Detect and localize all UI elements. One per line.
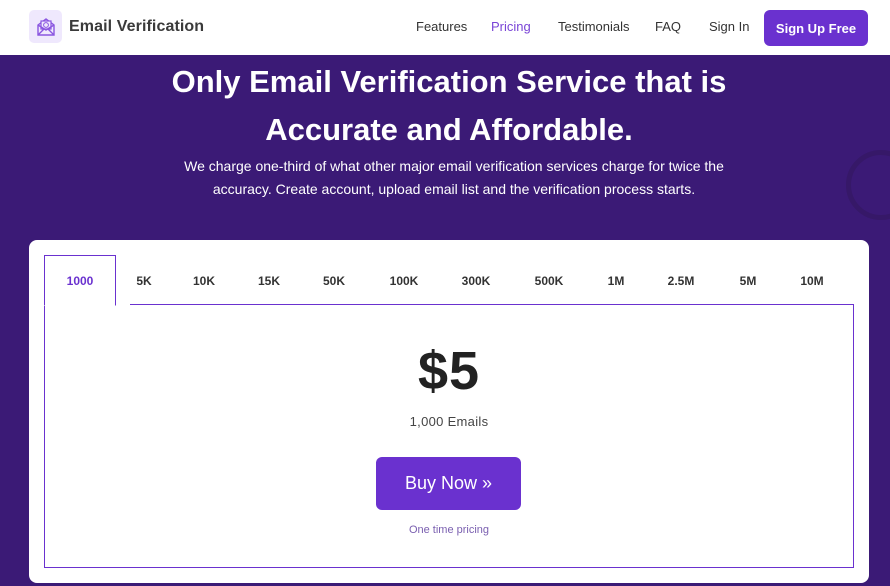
tab-10k[interactable]: 10K (184, 255, 224, 306)
buy-now-button[interactable]: Buy Now » (376, 457, 521, 510)
pricing-note: One time pricing (408, 524, 490, 536)
tab-1m[interactable]: 1M (596, 255, 636, 306)
hero-subtitle-line-1: We charge one-third of what other major … (184, 158, 724, 174)
price: $5 (417, 341, 481, 401)
tab-500k[interactable]: 500K (526, 255, 572, 306)
navbar: Email Verification Features Pricing Test… (0, 0, 890, 57)
pricing-card: 1000 5K 10K 15K 50K 100K 300K 500K 1M 2.… (29, 240, 869, 583)
pricing-panel: $5 1,000 Emails Buy Now » One time prici… (44, 304, 854, 568)
hero-title-line-1: Only Email Verification Service that is (171, 64, 727, 99)
nav-link-features[interactable]: Features (416, 19, 467, 34)
nav-links: Features Pricing Testimonials FAQ Sign I… (0, 0, 890, 55)
tab-5m[interactable]: 5M (728, 255, 768, 306)
nav-link-pricing[interactable]: Pricing (491, 19, 531, 34)
nav-link-testimonials[interactable]: Testimonials (558, 19, 630, 34)
tab-2-5m[interactable]: 2.5M (658, 255, 704, 306)
hero-title: Only Email Verification Service that is … (0, 58, 890, 154)
tab-1000[interactable]: 1000 (44, 255, 116, 306)
sign-up-free-button[interactable]: Sign Up Free (764, 10, 868, 46)
tab-15k[interactable]: 15K (249, 255, 289, 306)
decorative-circle (846, 150, 890, 220)
tab-10m[interactable]: 10M (792, 255, 832, 306)
tab-300k[interactable]: 300K (453, 255, 499, 306)
volume-tabs: 1000 5K 10K 15K 50K 100K 300K 500K 1M 2.… (44, 255, 854, 306)
nav-link-faq[interactable]: FAQ (655, 19, 681, 34)
hero-title-line-2: Accurate and Affordable. (265, 112, 633, 147)
email-count: 1,000 Emails (409, 414, 489, 429)
tab-5k[interactable]: 5K (124, 255, 164, 306)
hero-subtitle-line-2: accuracy. Create account, upload email l… (212, 181, 696, 197)
tab-50k[interactable]: 50K (314, 255, 354, 306)
nav-link-sign-in[interactable]: Sign In (709, 19, 749, 34)
hero-subtitle: We charge one-third of what other major … (140, 155, 760, 201)
tab-100k[interactable]: 100K (381, 255, 427, 306)
